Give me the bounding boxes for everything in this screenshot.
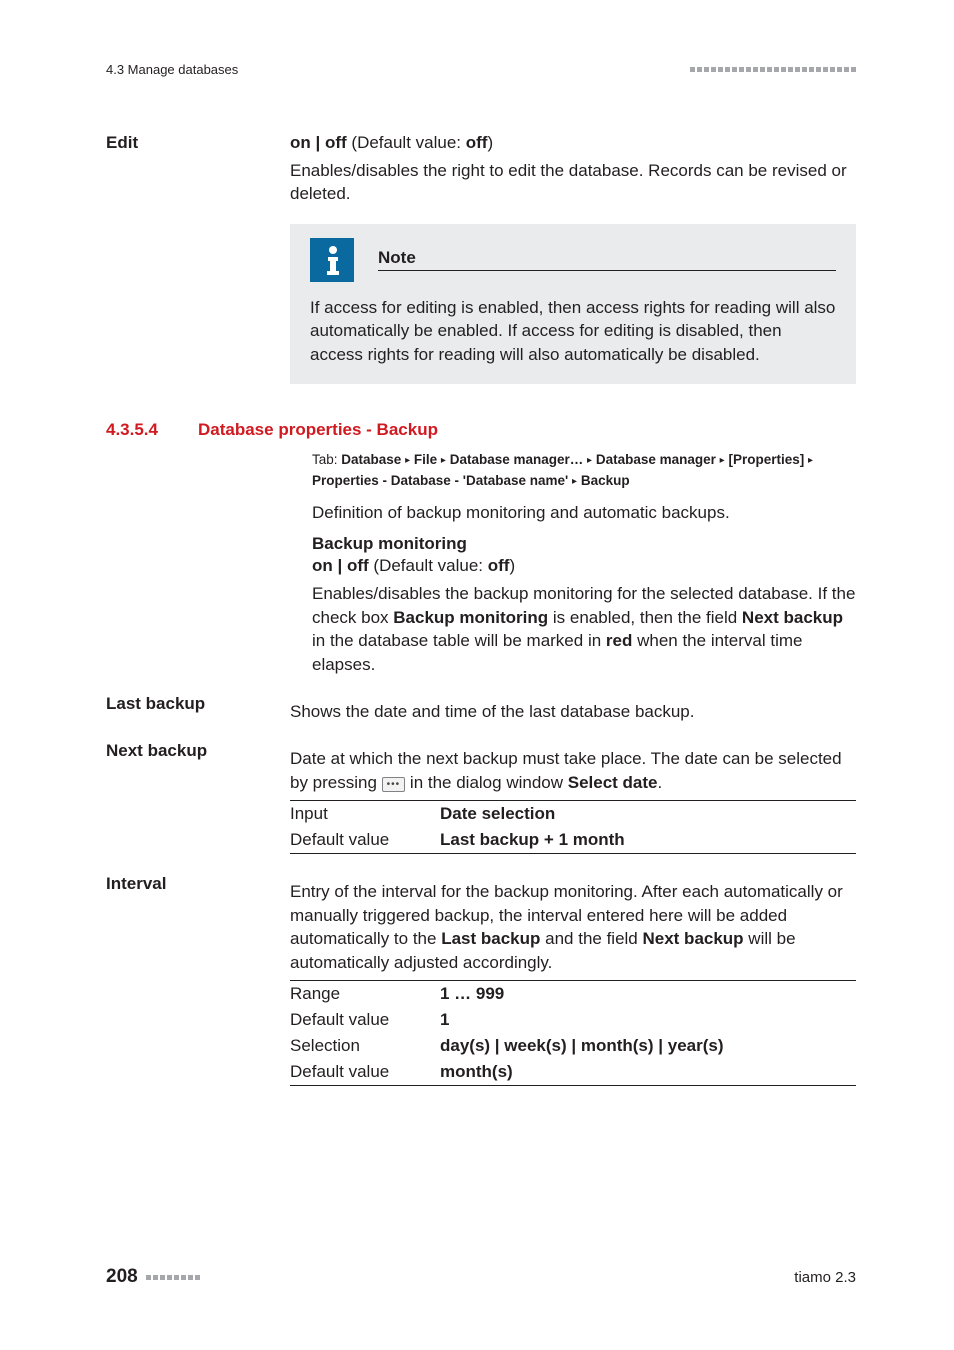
table-row: Default value 1 <box>290 1007 856 1033</box>
last-backup-label: Last backup <box>106 694 266 714</box>
last-backup-section: Last backup Shows the date and time of t… <box>106 694 856 741</box>
tab-path: Tab: Database ▸ File ▸ Database manager…… <box>312 450 856 491</box>
page-footer: 208 tiamo 2.3 <box>106 1266 856 1288</box>
section-number: 4.3.5.4 <box>106 420 176 440</box>
running-head-left: 4.3 Manage databases <box>106 62 238 77</box>
section-heading: 4.3.5.4 Database properties - Backup <box>106 420 856 440</box>
footer-right: tiamo 2.3 <box>794 1269 856 1286</box>
last-backup-text: Shows the date and time of the last data… <box>290 700 856 723</box>
onoff-values: on | off <box>290 133 347 152</box>
next-backup-label: Next backup <box>106 741 266 761</box>
table-row: Range 1 … 999 <box>290 981 856 1008</box>
section-intro: Definition of backup monitoring and auto… <box>312 501 856 524</box>
footer-decoration <box>146 1275 200 1280</box>
table-row: Input Date selection <box>290 801 856 828</box>
interval-label: Interval <box>106 874 266 894</box>
section-body: Tab: Database ▸ File ▸ Database manager…… <box>106 446 856 694</box>
edit-section: Edit on | off (Default value: off) Enabl… <box>106 133 856 412</box>
backup-monitoring-desc: Enables/disables the backup monitoring f… <box>312 582 856 676</box>
next-backup-table: Input Date selection Default value Last … <box>290 800 856 854</box>
header-decoration <box>690 67 856 72</box>
edit-label: Edit <box>106 133 266 153</box>
next-backup-section: Next backup Date at which the next backu… <box>106 741 856 856</box>
table-row: Default value Last backup + 1 month <box>290 827 856 854</box>
page: 4.3 Manage databases Edit on | off (Defa… <box>0 0 954 1350</box>
table-row: Default value month(s) <box>290 1059 856 1086</box>
running-head: 4.3 Manage databases <box>106 62 856 77</box>
note-box: Note If access for editing is enabled, t… <box>290 224 856 384</box>
backup-monitoring-onoff: on | off (Default value: off) <box>312 556 856 576</box>
edit-description: Enables/disables the right to edit the d… <box>290 159 856 206</box>
edit-onoff: on | off (Default value: off) <box>290 133 856 153</box>
interval-table: Range 1 … 999 Default value 1 Selection … <box>290 980 856 1086</box>
section-title: Database properties - Backup <box>198 420 438 440</box>
page-number: 208 <box>106 1266 138 1288</box>
table-row: Selection day(s) | week(s) | month(s) | … <box>290 1033 856 1059</box>
note-title: Note <box>378 248 416 267</box>
info-icon <box>310 238 354 282</box>
ellipsis-icon: ••• <box>382 777 406 792</box>
interval-text: Entry of the interval for the backup mon… <box>290 880 856 974</box>
interval-section: Interval Entry of the interval for the b… <box>106 874 856 1088</box>
note-header: Note <box>310 238 836 282</box>
next-backup-text: Date at which the next backup must take … <box>290 747 856 794</box>
note-body: If access for editing is enabled, then a… <box>310 296 836 366</box>
backup-monitoring-heading: Backup monitoring <box>312 534 856 554</box>
